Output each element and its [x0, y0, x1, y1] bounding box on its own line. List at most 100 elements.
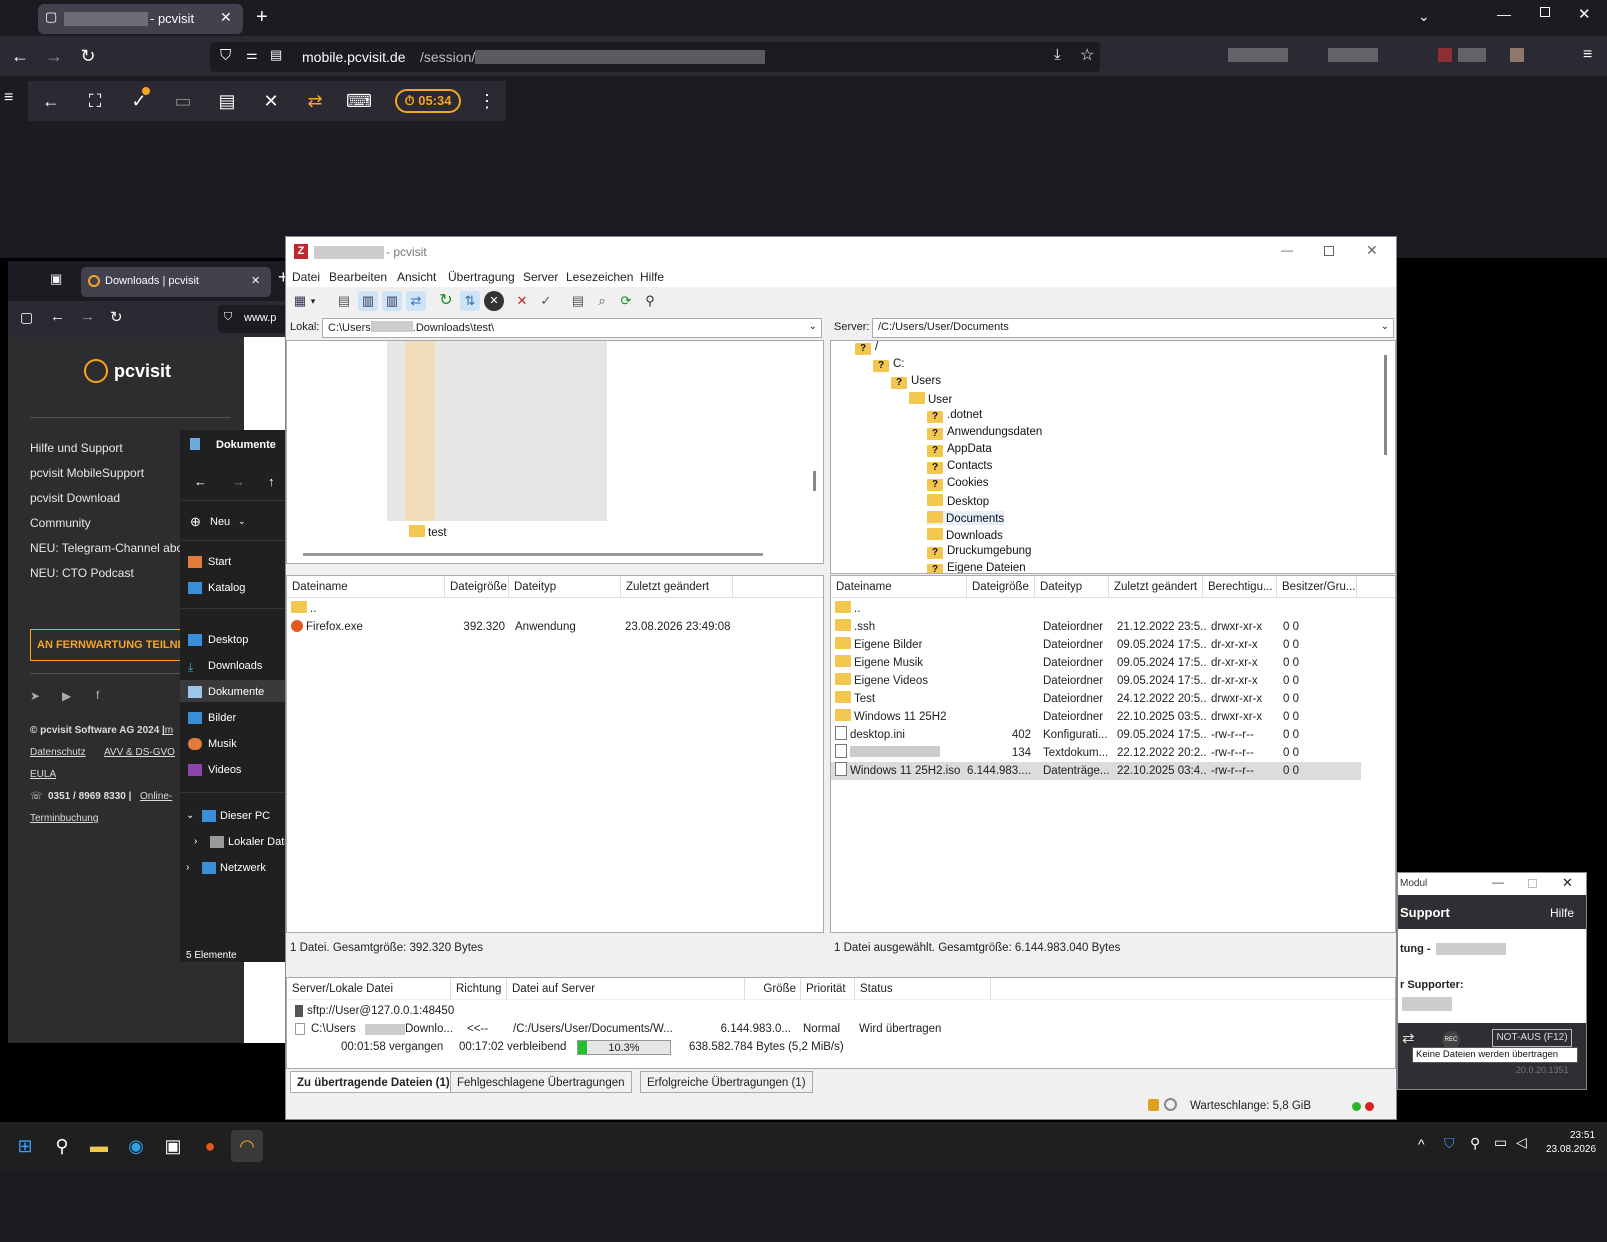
col-berechtigungen[interactable]: Berechtigu...	[1203, 576, 1277, 598]
volume-icon[interactable]: ◁	[1516, 1134, 1527, 1151]
menu-hilfe[interactable]: Hilfe	[640, 270, 664, 284]
chevron-right-icon[interactable]: ›	[186, 862, 189, 873]
nav-netzwerk[interactable]: Netzwerk	[220, 862, 266, 874]
reload-icon[interactable]: ↻	[74, 36, 102, 76]
nav-start[interactable]: Start	[208, 556, 231, 568]
privacy-link[interactable]: Datenschutz	[30, 747, 86, 758]
chevron-up-icon[interactable]: ^	[1418, 1136, 1425, 1152]
col-zuletzt-geaendert[interactable]: Zuletzt geändert	[1109, 576, 1203, 598]
start-icon[interactable]: ⊞	[9, 1130, 41, 1162]
col-zuletzt-geaendert[interactable]: Zuletzt geändert	[621, 576, 733, 598]
collapse-toolbar-icon[interactable]: ≡	[4, 89, 13, 107]
table-row[interactable]: Firefox.exe 392.320 Anwendung 23.08.2026…	[287, 618, 823, 636]
directory-listing-filter-icon[interactable]: ▤	[568, 291, 588, 311]
tree-cookies[interactable]: ? Cookies	[927, 477, 989, 491]
scrollbar-thumb[interactable]	[1384, 355, 1387, 455]
menu-bearbeiten[interactable]: Bearbeiten	[329, 270, 387, 284]
tree-dotnet[interactable]: ? .dotnet	[927, 409, 982, 423]
site-manager-icon[interactable]: ▦	[290, 291, 310, 311]
tab-overview-icon[interactable]: ▣	[50, 271, 62, 287]
chevron-down-icon[interactable]: ⌄	[809, 321, 817, 332]
table-row[interactable]: Eigene Musik Dateiordner 09.05.2024 17:5..…	[831, 654, 1361, 672]
link-community[interactable]: Community	[30, 516, 91, 530]
telegram-icon[interactable]: ➤	[30, 689, 40, 703]
defender-icon[interactable]: ⛉	[1444, 1135, 1455, 1152]
new-button[interactable]: Neu	[210, 516, 230, 528]
emergency-stop-button[interactable]: NOT-AUS (F12)	[1492, 1029, 1572, 1047]
remote-file-list[interactable]: Dateiname Dateigröße Dateityp Zuletzt ge…	[830, 575, 1396, 933]
menu-uebertragung[interactable]: Übertragung	[448, 270, 515, 284]
terminbuchung-link[interactable]: Terminbuchung	[30, 813, 98, 824]
message-log-icon[interactable]: ▤	[334, 291, 354, 311]
store-icon[interactable]: ▣	[157, 1130, 189, 1162]
tree-appdata[interactable]: ? AppData	[927, 443, 992, 457]
col-status[interactable]: Status	[855, 978, 991, 1000]
table-row[interactable]: ..	[287, 600, 823, 618]
reload-icon[interactable]: ↻	[110, 308, 123, 326]
sidebar-icon[interactable]: ▢	[20, 309, 33, 326]
scrollbar-thumb[interactable]	[813, 471, 816, 491]
maximize-icon[interactable]	[1540, 7, 1550, 17]
link-mobilesupport[interactable]: pcvisit MobileSupport	[30, 466, 144, 480]
monitor-icon[interactable]: ▭	[168, 87, 198, 115]
nav-bilder[interactable]: Bilder	[208, 712, 236, 724]
clock-date[interactable]: 23.08.2026	[1546, 1144, 1596, 1155]
link-cto-podcast[interactable]: NEU: CTO Podcast	[30, 566, 134, 580]
menu-server[interactable]: Server	[523, 270, 558, 284]
dropdown-arrow-icon[interactable]: ▾	[308, 291, 318, 311]
menu-lesezeichen[interactable]: Lesezeichen	[566, 270, 633, 284]
url-bar[interactable]: ⛉ ⚌ ▤ mobile.pcvisit.de /session/ ⤓ ☆	[210, 42, 1100, 72]
remote-browser-tab[interactable]: Downloads | pcvisit ✕	[81, 267, 271, 297]
back-icon[interactable]: ←	[36, 87, 66, 115]
edge-icon[interactable]: ◉	[120, 1130, 152, 1162]
close-tab-icon[interactable]: ✕	[251, 274, 260, 287]
col-server-lokale-datei[interactable]: Server/Lokale Datei	[287, 978, 451, 1000]
chevron-down-icon[interactable]: ⌄	[186, 810, 194, 821]
remote-tree-icon[interactable]: ▥	[382, 291, 402, 311]
imprint-link[interactable]: Im	[162, 725, 173, 736]
new-plus-icon[interactable]: ⊕	[190, 514, 201, 530]
process-queue-icon[interactable]: ⇅	[460, 291, 480, 311]
col-groesse[interactable]: Größe	[745, 978, 801, 1000]
link-hilfe-support[interactable]: Hilfe und Support	[30, 441, 123, 455]
more-menu-icon[interactable]: ⋮	[472, 87, 502, 115]
close-window-icon[interactable]: ✕	[1366, 242, 1378, 259]
chevron-right-icon[interactable]: ›	[194, 836, 197, 847]
tree-downloads[interactable]: Downloads	[927, 528, 1003, 542]
online-link[interactable]: Online-	[140, 791, 172, 802]
tree-c[interactable]: ? C:	[873, 358, 905, 372]
up-icon[interactable]: ↑	[268, 474, 275, 489]
eula-link[interactable]: EULA	[30, 769, 56, 780]
fullscreen-icon[interactable]: ⛶	[80, 87, 110, 115]
remote-url-bar[interactable]: ⛉ www.p	[218, 305, 288, 333]
extension-icon[interactable]	[1458, 48, 1486, 62]
col-dateiname[interactable]: Dateiname	[287, 576, 445, 598]
col-dateityp[interactable]: Dateityp	[1035, 576, 1109, 598]
local-file-list[interactable]: Dateiname Dateigröße Dateityp Zuletzt ge…	[286, 575, 824, 933]
chevron-down-icon[interactable]: ⌄	[1381, 321, 1389, 332]
link-download[interactable]: pcvisit Download	[30, 491, 120, 505]
local-tree[interactable]: test	[286, 340, 824, 564]
local-tree-icon[interactable]: ▥	[358, 291, 378, 311]
back-icon[interactable]: ←	[6, 36, 34, 76]
tree-documents[interactable]: Documents	[927, 511, 1005, 525]
table-row[interactable]: Eigene Bilder Dateiordner 09.05.2024 17:5.…	[831, 636, 1361, 654]
col-dateiname[interactable]: Dateiname	[831, 576, 967, 598]
tree-users[interactable]: ? Users	[891, 375, 941, 389]
transfer-queue[interactable]: Server/Lokale Datei Richtung Datei auf S…	[286, 977, 1396, 1069]
tree-contacts[interactable]: ? Contacts	[927, 460, 992, 474]
menu-icon[interactable]: ≡	[1583, 46, 1592, 64]
new-tab-icon[interactable]: +	[256, 6, 268, 29]
back-icon[interactable]: ←	[194, 474, 207, 489]
close-tab-icon[interactable]: ✕	[220, 9, 232, 26]
cancel-icon[interactable]: ✕	[484, 291, 504, 311]
table-row[interactable]: Test Dateiordner 24.12.2022 20:5... drwxr-x…	[831, 690, 1361, 708]
search-icon[interactable]: ⚲	[46, 1130, 78, 1162]
queue-file-row[interactable]: C:\Users Downlo... <<-- /C:/Users/User/D…	[287, 1020, 1395, 1038]
fernwartung-button[interactable]: AN FERNWARTUNG TEILNEH	[30, 629, 200, 661]
refresh-icon[interactable]: ↻	[436, 291, 456, 311]
tree-desktop[interactable]: Desktop	[927, 494, 989, 508]
tree-folder-test[interactable]: test	[409, 525, 447, 539]
firefox-icon[interactable]: ●	[194, 1130, 226, 1162]
table-row[interactable]: Windows 11 25H2.iso 6.144.983.... Datenträ…	[831, 762, 1361, 780]
